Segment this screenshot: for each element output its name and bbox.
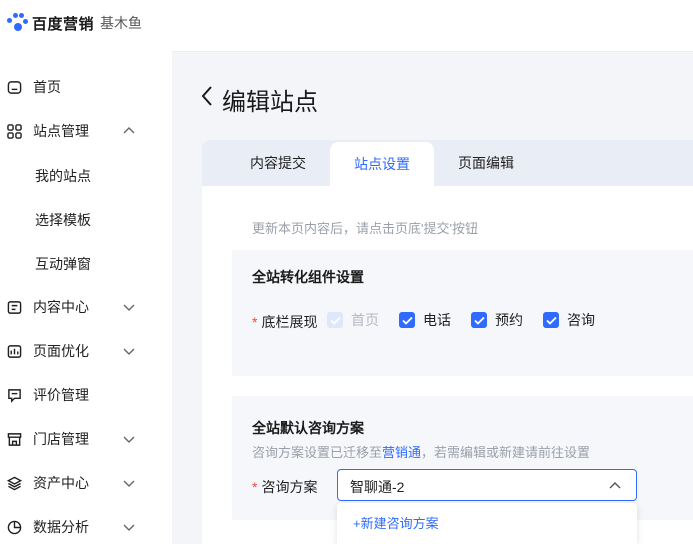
checkbox-phone[interactable]: 电话 [399,312,451,328]
checkbox-home[interactable]: 首页 [327,312,379,328]
sidebar-item-content-center[interactable]: 内容中心 [0,295,172,319]
home-icon [6,79,22,95]
sidebar-item-label: 资产中心 [33,475,89,491]
check-icon [327,312,343,328]
sidebar-item-label: 评价管理 [33,387,89,403]
pie-chart-icon [6,519,22,535]
sidebar-item-label: 站点管理 [33,123,89,139]
chevron-down-icon [123,480,135,487]
bottom-bar-label: * 底栏展现 [252,314,318,330]
store-icon [6,431,22,447]
sidebar-item-data-analysis[interactable]: 数据分析 [0,515,172,539]
paw-logo-icon [6,12,28,34]
tab-bar: 内容提交 站点设置 页面编辑 [202,140,693,186]
consult-description: 咨询方案设置已迁移至营销通，若需编辑或新建请前往设置 [252,445,591,460]
sidebar-subitem-my-sites[interactable]: 我的站点 [35,166,91,186]
required-asterisk: * [252,479,258,495]
chevron-down-icon [123,304,135,311]
back-arrow-icon[interactable] [198,83,216,109]
consult-plan-label: * 咨询方案 [252,479,318,495]
brand-name: 百度营销 [32,15,95,33]
marketing-link[interactable]: 营销通 [382,445,421,460]
brand-logo[interactable]: 百度营销 基木鱼 [6,12,142,34]
product-name: 基木鱼 [100,15,143,31]
selected-value: 智聊通-2 [350,479,405,495]
tab-content-submit[interactable]: 内容提交 [230,140,326,186]
chevron-up-icon [123,127,135,134]
sidebar-item-site-management[interactable]: 站点管理 [0,119,172,143]
required-asterisk: * [252,314,258,330]
checkbox-consult[interactable]: 咨询 [543,312,595,328]
tab-page-edit[interactable]: 页面编辑 [438,140,534,186]
top-header [172,0,693,52]
sidebar-item-label: 内容中心 [33,299,89,315]
sidebar-subitem-popups[interactable]: 互动弹窗 [35,254,91,274]
tab-site-settings[interactable]: 站点设置 [330,142,434,186]
chevron-up-icon [609,482,621,489]
chevron-down-icon [123,348,135,355]
conversion-section-title: 全站转化组件设置 [252,269,364,285]
optimize-icon [6,343,22,359]
consult-plan-select[interactable]: 智聊通-2 [337,469,637,501]
sidebar-item-store-management[interactable]: 门店管理 [0,427,172,451]
sidebar-item-label: 首页 [33,79,61,95]
check-icon [399,312,415,328]
create-consult-plan-option[interactable]: +新建咨询方案 [353,513,439,532]
page-title: 编辑站点 [222,89,318,116]
chevron-down-icon [123,524,135,531]
sidebar-item-home[interactable]: 首页 [0,75,172,99]
sidebar-item-page-optimize[interactable]: 页面优化 [0,339,172,363]
sidebar-item-label: 数据分析 [33,519,89,535]
grid-icon [6,123,22,139]
sidebar-item-review-management[interactable]: 评价管理 [0,383,172,407]
chevron-down-icon [123,436,135,443]
checkbox-booking[interactable]: 预约 [471,312,523,328]
content-icon [6,299,22,315]
submit-hint: 更新本页内容后，请点击页底'提交'按钮 [252,221,478,236]
layers-icon [6,475,22,491]
sidebar: 百度营销 基木鱼 首页 站点管理 我的站点 选择模板 互动弹窗 内容中心 页面优… [0,0,172,544]
sidebar-subitem-templates[interactable]: 选择模板 [35,210,91,230]
comment-icon [6,387,22,403]
sidebar-item-label: 页面优化 [33,343,89,359]
consult-plan-dropdown: +新建咨询方案 [337,503,637,544]
check-icon [543,312,559,328]
consult-section-title: 全站默认咨询方案 [252,420,364,436]
sidebar-item-asset-center[interactable]: 资产中心 [0,471,172,495]
check-icon [471,312,487,328]
sidebar-item-label: 门店管理 [33,431,89,447]
